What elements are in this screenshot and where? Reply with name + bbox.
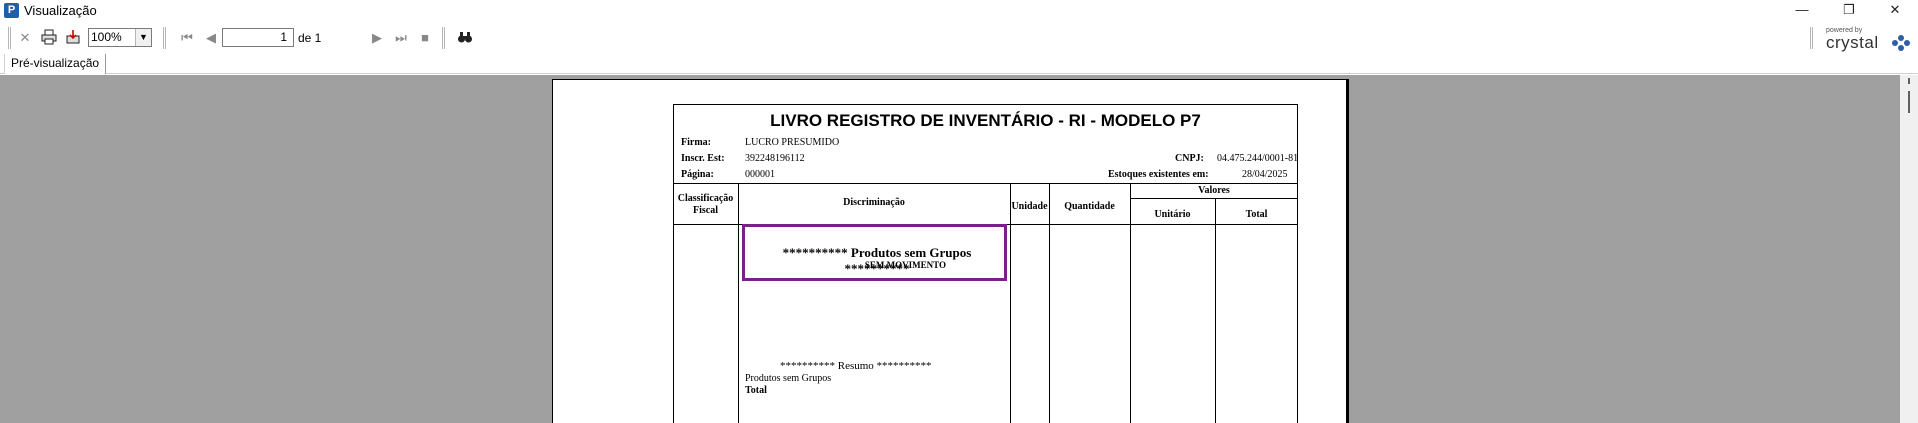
col-classificacao-line2: Fiscal bbox=[693, 205, 718, 216]
tab-strip: Pré-visualização bbox=[0, 54, 1918, 74]
search-icon[interactable] bbox=[456, 29, 474, 47]
toolbar-separator bbox=[1810, 27, 1813, 49]
col-classificacao-line1: Classificação bbox=[677, 193, 734, 204]
col-unidade: Unidade bbox=[1011, 201, 1048, 212]
firma-value: LUCRO PRESUMIDO bbox=[745, 137, 840, 148]
resumo-line-total: Total bbox=[745, 385, 767, 396]
estoques-value: 28/04/2025 bbox=[1242, 169, 1288, 180]
close-window-button[interactable]: ✕ bbox=[1873, 0, 1917, 22]
page-number-input[interactable]: 1 bbox=[222, 28, 294, 47]
next-page-icon[interactable]: ▶ bbox=[368, 29, 386, 47]
toolbar-grip bbox=[8, 27, 11, 49]
col-valores: Valores bbox=[1198, 185, 1230, 196]
tab-preview[interactable]: Pré-visualização bbox=[4, 54, 107, 74]
col-unitario: Unitário bbox=[1154, 209, 1191, 220]
column-divider bbox=[1215, 198, 1216, 423]
inscr-label: Inscr. Est: bbox=[681, 153, 725, 164]
zoom-select[interactable]: 100% ▼ bbox=[88, 28, 152, 47]
estoques-label: Estoques existentes em: bbox=[1108, 169, 1209, 180]
export-icon[interactable] bbox=[64, 29, 82, 47]
toolbar-separator bbox=[442, 27, 445, 49]
column-divider bbox=[1010, 183, 1011, 423]
pagina-label: Página: bbox=[681, 169, 714, 180]
scrollbar-tick bbox=[1908, 78, 1910, 84]
valores-divider bbox=[1130, 198, 1298, 199]
cnpj-label: CNPJ: bbox=[1175, 153, 1204, 164]
column-divider bbox=[738, 183, 739, 423]
table-top-border bbox=[673, 183, 1298, 184]
col-discriminacao: Discriminação bbox=[843, 197, 905, 208]
first-page-icon[interactable]: ⏮ bbox=[178, 29, 196, 47]
toolbar: ✕ 100% ▼ ⏮ ◀ 1 de 1 ▶ ⏭ ■ powered by cry… bbox=[0, 22, 1918, 54]
scrollbar-thumb[interactable] bbox=[1908, 91, 1910, 113]
group-subtitle: SEM MOVIMENTO bbox=[864, 260, 946, 270]
crystal-dots-icon bbox=[1892, 35, 1912, 51]
stop-icon[interactable]: ■ bbox=[416, 29, 434, 47]
title-bar: P Visualização — ❐ ✕ bbox=[0, 0, 1918, 22]
zoom-value: 100% bbox=[91, 30, 122, 44]
window-title: Visualização bbox=[24, 3, 97, 18]
crystal-logo: powered by crystal bbox=[1822, 27, 1914, 53]
vertical-scrollbar[interactable] bbox=[1900, 75, 1918, 423]
chevron-down-icon[interactable]: ▼ bbox=[135, 29, 151, 46]
cnpj-value: 04.475.244/0001-81 bbox=[1217, 153, 1299, 164]
firma-label: Firma: bbox=[681, 137, 711, 148]
print-icon[interactable] bbox=[40, 29, 58, 47]
restore-button[interactable]: ❐ bbox=[1827, 0, 1871, 22]
close-preview-icon[interactable]: ✕ bbox=[16, 29, 34, 47]
last-page-icon[interactable]: ⏭ bbox=[392, 29, 410, 47]
toolbar-separator bbox=[163, 27, 166, 49]
col-total: Total bbox=[1245, 209, 1268, 220]
report-title: LIVRO REGISTRO DE INVENTÁRIO - RI - MODE… bbox=[770, 111, 1201, 130]
resumo-title: ********** Resumo ********** bbox=[780, 360, 932, 372]
minimize-button[interactable]: — bbox=[1780, 0, 1824, 22]
app-icon: P bbox=[4, 3, 19, 18]
crystal-brand-label: crystal bbox=[1826, 33, 1879, 52]
pagina-value: 000001 bbox=[745, 169, 775, 180]
inscr-value: 392248196112 bbox=[745, 153, 805, 164]
resumo-line-produtos: Produtos sem Grupos bbox=[745, 373, 832, 384]
previous-page-icon[interactable]: ◀ bbox=[202, 29, 220, 47]
page-count-label: de 1 bbox=[298, 31, 322, 45]
col-quantidade: Quantidade bbox=[1064, 201, 1115, 212]
column-divider bbox=[1049, 183, 1050, 423]
